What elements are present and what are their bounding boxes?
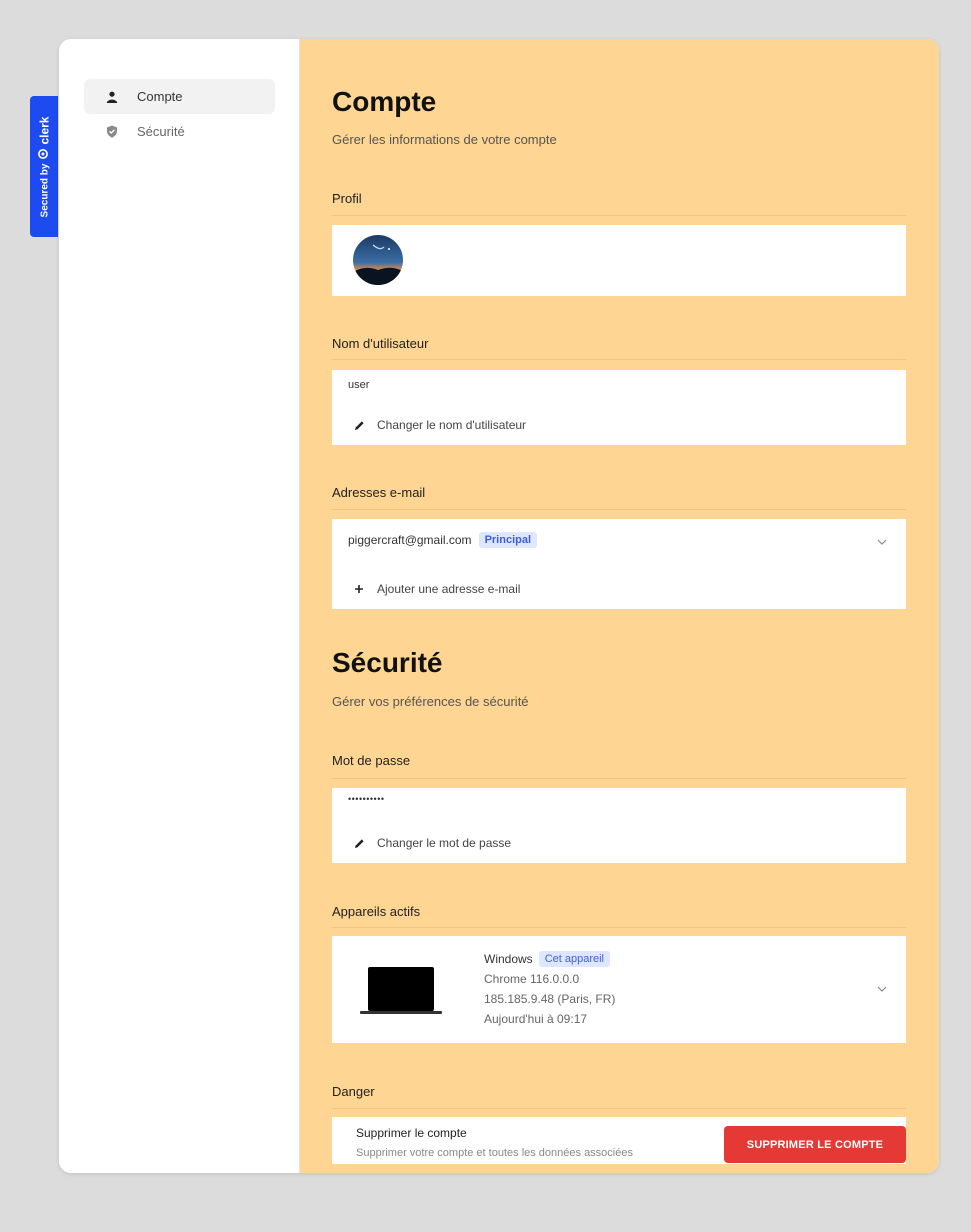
delete-account-button[interactable]: SUPPRIMER LE COMPTE	[724, 1126, 906, 1163]
add-email-button[interactable]: Ajouter une adresse e-mail	[354, 582, 520, 596]
password-value: ••••••••••	[348, 794, 385, 804]
profile-panel	[332, 225, 906, 296]
shield-icon	[106, 125, 128, 138]
device-browser: Chrome 116.0.0.0	[484, 972, 580, 986]
email-address: piggercraft@gmail.com	[348, 533, 472, 547]
profile-divider	[332, 215, 906, 216]
device-details: Windows Cet appareil Chrome 116.0.0.0 18…	[484, 949, 615, 1029]
primary-badge: Principal	[478, 532, 538, 548]
user-profile-card: Compte Sécurité Compte Gérer les informa…	[59, 39, 939, 1173]
change-username-button[interactable]: Changer le nom d'utilisateur	[354, 418, 526, 432]
badge-brand: clerk	[37, 116, 52, 145]
sidebar-item-compte[interactable]: Compte	[84, 79, 275, 114]
devices-divider	[332, 927, 906, 928]
danger-label: Danger	[332, 1084, 375, 1099]
add-email-label: Ajouter une adresse e-mail	[377, 582, 521, 596]
devices-label: Appareils actifs	[332, 904, 421, 919]
emails-divider	[332, 509, 906, 510]
pencil-icon	[354, 838, 368, 849]
sidebar-item-label: Compte	[137, 89, 183, 104]
sidebar-item-securite[interactable]: Sécurité	[84, 114, 275, 149]
sidebar: Compte Sécurité	[59, 39, 300, 1173]
username-divider	[332, 359, 906, 360]
security-subtitle: Gérer vos préférences de sécurité	[332, 694, 529, 709]
pencil-icon	[354, 420, 368, 431]
change-password-button[interactable]: Changer le mot de passe	[354, 836, 511, 850]
account-subtitle: Gérer les informations de votre compte	[332, 132, 557, 147]
delete-account-description: Supprimer votre compte et toutes les don…	[356, 1147, 633, 1159]
danger-panel: Supprimer le compte Supprimer votre comp…	[332, 1117, 906, 1164]
password-panel: •••••••••• Changer le mot de passe	[332, 788, 906, 863]
device-row[interactable]: Windows Cet appareil Chrome 116.0.0.0 18…	[332, 936, 906, 1043]
email-expand-chevron-icon[interactable]	[876, 536, 888, 548]
badge-prefix: Secured by	[38, 163, 50, 217]
account-title: Compte	[332, 86, 437, 117]
emails-label: Adresses e-mail	[332, 485, 426, 500]
password-divider	[332, 778, 906, 779]
change-password-label: Changer le mot de passe	[377, 836, 512, 850]
main-content: Compte Gérer les informations de votre c…	[300, 39, 939, 1173]
laptop-icon	[360, 965, 442, 1022]
emails-panel: piggercraft@gmail.com Principal Ajouter …	[332, 519, 906, 609]
current-device-badge: Cet appareil	[538, 951, 611, 967]
username-value: user	[348, 379, 370, 391]
profile-label: Profil	[332, 191, 362, 206]
change-username-label: Changer le nom d'utilisateur	[377, 418, 527, 432]
device-location: 185.185.9.48 (Paris, FR)	[484, 992, 616, 1006]
user-icon	[106, 91, 128, 103]
device-os-row: Windows Cet appareil	[484, 949, 615, 969]
plus-icon	[354, 584, 368, 594]
device-expand-chevron-icon[interactable]	[876, 983, 888, 995]
clerk-logo-icon	[37, 148, 51, 159]
username-panel: user Changer le nom d'utilisateur	[332, 370, 906, 445]
device-os: Windows	[484, 952, 533, 966]
danger-divider	[332, 1108, 906, 1109]
security-title: Sécurité	[332, 647, 443, 678]
delete-account-title: Supprimer le compte	[356, 1126, 467, 1140]
secured-by-clerk-badge[interactable]: Secured by clerk	[30, 96, 58, 237]
email-row[interactable]: piggercraft@gmail.com Principal	[348, 532, 888, 548]
sidebar-item-label: Sécurité	[137, 124, 185, 139]
password-label: Mot de passe	[332, 753, 411, 768]
badge-content: Secured by clerk	[37, 116, 51, 217]
avatar[interactable]	[353, 235, 403, 285]
device-last-active: Aujourd'hui à 09:17	[484, 1012, 588, 1026]
username-label: Nom d'utilisateur	[332, 336, 429, 351]
